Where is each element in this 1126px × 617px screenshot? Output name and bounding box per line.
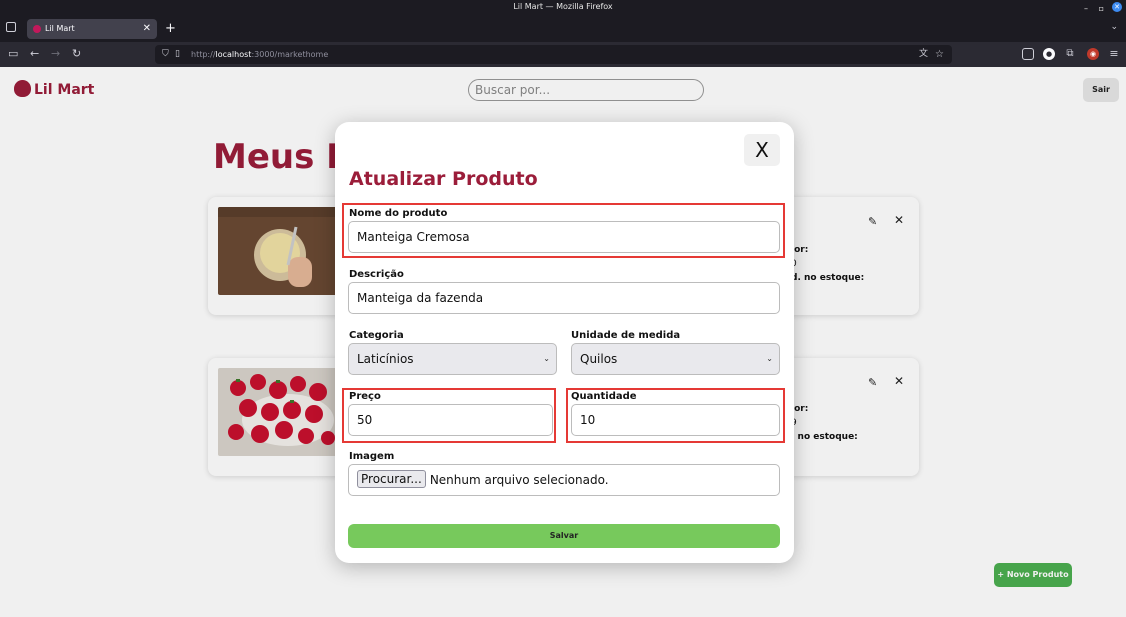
back-icon[interactable]: ←	[30, 47, 39, 61]
ublock-icon[interactable]: ◉	[1087, 48, 1099, 60]
url-bar[interactable]: ⛉ ▯ http://localhost:3000/markethome 文 ☆	[155, 45, 952, 64]
bookmark-star-icon[interactable]: ☆	[935, 45, 944, 64]
description-input[interactable]: Manteiga da fazenda	[348, 282, 780, 314]
forward-icon[interactable]: →	[51, 47, 60, 61]
chevron-down-icon: ⌄	[543, 354, 550, 363]
tab-label: Lil Mart	[45, 24, 75, 33]
tab-overview-icon[interactable]	[6, 22, 16, 32]
quantity-highlight-box	[566, 388, 785, 443]
category-label: Categoria	[349, 330, 404, 341]
price-highlight-box	[342, 388, 556, 443]
window-title: Lil Mart — Mozilla Firefox	[513, 2, 613, 11]
tab-favicon-icon	[33, 25, 41, 33]
shield-icon[interactable]: ⛉	[162, 45, 169, 64]
new-tab-icon[interactable]: +	[165, 21, 176, 36]
category-selected-value: Laticínios	[357, 352, 414, 366]
menu-icon[interactable]: ≡	[1108, 48, 1120, 60]
extensions-icon[interactable]: ⧉	[1064, 48, 1076, 60]
unit-select[interactable]: Quilos ⌄	[571, 343, 780, 375]
update-product-modal: X Atualizar Produto Nome do produto Mant…	[335, 122, 794, 563]
navigation-bar: ▭ ← → ↻ ⛉ ▯ http://localhost:3000/market…	[0, 42, 1126, 67]
close-window-icon[interactable]: ✕	[1112, 2, 1122, 12]
sidebar-toggle-icon[interactable]: ▭	[8, 47, 18, 61]
image-label: Imagem	[349, 451, 395, 462]
tab-lil-mart[interactable]: Lil Mart ✕	[27, 19, 157, 39]
unit-selected-value: Quilos	[580, 352, 618, 366]
translate-icon[interactable]: 文	[919, 45, 928, 64]
unit-label: Unidade de medida	[571, 330, 681, 341]
description-label: Descrição	[349, 269, 404, 280]
tab-close-icon[interactable]: ✕	[143, 19, 151, 39]
name-highlight-box	[342, 203, 785, 258]
pocket-icon[interactable]	[1022, 48, 1034, 60]
image-file-input[interactable]: Procurar... Nenhum arquivo selecionado.	[348, 464, 780, 496]
chevron-down-icon: ⌄	[766, 354, 773, 363]
category-select[interactable]: Laticínios ⌄	[348, 343, 557, 375]
save-button[interactable]: Salvar	[348, 524, 780, 548]
window-titlebar: Lil Mart — Mozilla Firefox – ▫ ✕	[0, 0, 1126, 14]
browse-button[interactable]: Procurar...	[357, 470, 426, 488]
tab-bar: Lil Mart ✕ + ⌄	[0, 14, 1126, 42]
modal-title: Atualizar Produto	[349, 168, 538, 190]
account-icon[interactable]: ●	[1043, 48, 1055, 60]
url-path: :3000/markethome	[251, 50, 329, 59]
url-host: localhost	[215, 50, 252, 59]
reload-icon[interactable]: ↻	[72, 47, 81, 61]
file-status: Nenhum arquivo selecionado.	[429, 473, 609, 487]
modal-close-button[interactable]: X	[744, 134, 780, 166]
tab-list-chevron-icon[interactable]: ⌄	[1110, 22, 1118, 32]
url-prefix: http://	[191, 50, 216, 59]
page-info-icon[interactable]: ▯	[175, 45, 180, 64]
